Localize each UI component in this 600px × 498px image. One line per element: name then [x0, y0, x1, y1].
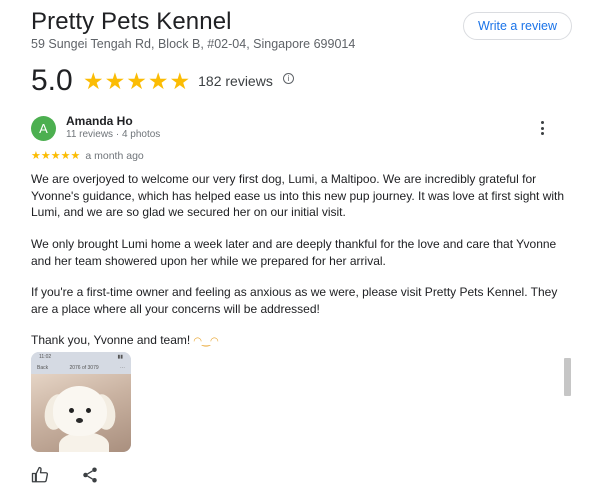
battery-icon: ▮▮ [117, 354, 123, 360]
share-icon[interactable] [81, 466, 99, 484]
dog-eye [69, 408, 74, 413]
star-icon: ★ [126, 67, 147, 94]
phone-back: Back [37, 365, 49, 371]
smiling-emoji-icon: ◠‿◠ [193, 336, 219, 347]
average-rating: 5.0 [31, 64, 73, 97]
review-paragraph: We are overjoyed to welcome our very fir… [31, 172, 565, 219]
review-rating-stars: ★ ★ ★ ★ ★ a month ago [31, 150, 144, 162]
review-time: a month ago [85, 150, 144, 162]
star-icon: ★ [31, 149, 41, 162]
review-paragraph: We only brought Lumi home a week later a… [31, 237, 557, 268]
phone-status-bar: 11:02 ▮▮ [31, 352, 131, 362]
avatar[interactable]: A [31, 116, 56, 141]
rating-stars: ★ ★ ★ ★ ★ [83, 67, 191, 94]
dog-head [53, 386, 107, 436]
star-icon: ★ [40, 149, 51, 162]
thumbs-up-icon[interactable] [31, 466, 49, 484]
review-paragraph: If you're a first-time owner and feeling… [31, 285, 558, 316]
review-photo[interactable]: 11:02 ▮▮ Back 2076 of 3079 ⋯ [31, 352, 131, 452]
star-icon: ★ [60, 149, 71, 162]
star-icon: ★ [83, 67, 104, 94]
star-icon: ★ [70, 149, 81, 162]
write-review-button[interactable]: Write a review [463, 12, 572, 40]
phone-counter: 2076 of 3079 [69, 365, 99, 371]
reviewer-name[interactable]: Amanda Ho [66, 114, 133, 128]
dog-nose [76, 418, 83, 423]
phone-menu-icon: ⋯ [119, 365, 125, 371]
star-icon: ★ [169, 67, 191, 94]
dog-eye [86, 408, 91, 413]
scrollbar-thumb[interactable] [564, 358, 571, 396]
phone-nav-bar: Back 2076 of 3079 ⋯ [31, 362, 131, 374]
phone-time: 11:02 [39, 354, 52, 360]
reviewer-meta: 11 reviews · 4 photos [66, 129, 161, 140]
review-paragraph-text: Thank you, Yvonne and team! [31, 333, 191, 347]
more-options-button[interactable] [535, 119, 549, 137]
review-paragraph-closing: Thank you, Yvonne and team! ◠‿◠ [31, 332, 566, 351]
star-icon: ★ [104, 67, 126, 94]
star-icon: ★ [50, 149, 61, 162]
business-name: Pretty Pets Kennel [31, 8, 232, 35]
star-icon: ★ [147, 67, 169, 94]
more-vert-icon [540, 121, 544, 124]
info-icon[interactable]: i [282, 72, 294, 84]
business-address: 59 Sungei Tengah Rd, Block B, #02-04, Si… [31, 37, 356, 51]
review-count-link[interactable]: 182 reviews [198, 73, 273, 89]
rating-summary: 5.0 ★ ★ ★ ★ ★ 182 reviews i [31, 64, 294, 98]
